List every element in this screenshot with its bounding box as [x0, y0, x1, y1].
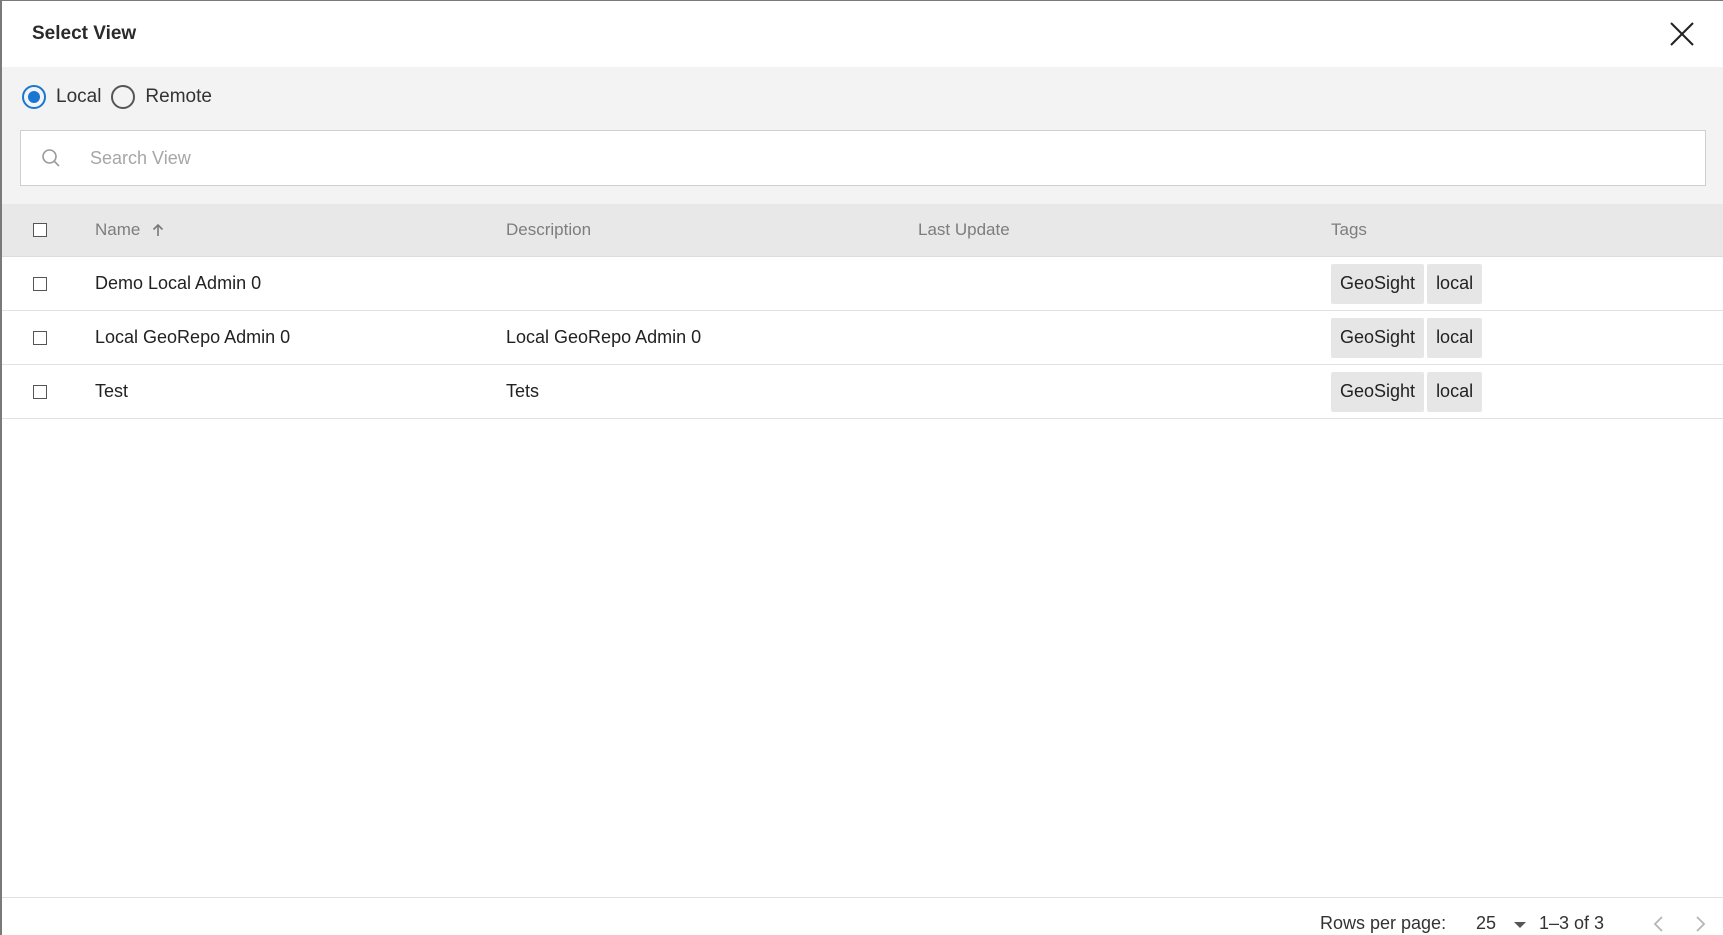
select-all-cell — [33, 204, 47, 256]
filter-area: Local Remote — [2, 67, 1723, 204]
row-tags: GeoSight local — [1331, 311, 1485, 364]
search-box — [20, 130, 1706, 186]
row-check-cell — [33, 365, 47, 418]
dialog-header: Select View — [2, 1, 1723, 67]
close-icon — [1670, 22, 1694, 46]
row-name: Demo Local Admin 0 — [95, 273, 262, 293]
row-name: Test — [95, 381, 129, 401]
radio-local-indicator[interactable] — [22, 85, 46, 109]
rows-per-page-select[interactable]: 25 — [1476, 913, 1527, 934]
row-description: Local GeoRepo Admin 0 — [506, 327, 702, 347]
arrow-up-icon[interactable] — [150, 222, 166, 238]
caret-down-icon — [1514, 922, 1527, 928]
column-header-description[interactable]: Description — [506, 204, 591, 256]
search-input[interactable] — [90, 131, 1705, 185]
chevron-right-icon — [1696, 916, 1706, 932]
table-row[interactable]: Demo Local Admin 0 GeoSight local — [2, 257, 1723, 311]
row-check-cell — [33, 257, 47, 310]
tag-chip: GeoSight — [1331, 263, 1425, 304]
row-description: Tets — [506, 381, 540, 401]
column-header-last-update[interactable]: Last Update — [918, 204, 1010, 256]
next-page-button[interactable] — [1690, 913, 1710, 935]
chevron-left-icon — [1653, 916, 1663, 932]
row-tags: GeoSight local — [1331, 365, 1485, 418]
radio-remote-indicator[interactable] — [111, 85, 136, 109]
row-name: Local GeoRepo Admin 0 — [95, 327, 291, 347]
tag-chip: local — [1427, 263, 1483, 304]
pagination-footer: Rows per page: 25 1–3 of 3 — [2, 897, 1723, 935]
pagination-range: 1–3 of 3 — [1539, 913, 1605, 933]
select-all-checkbox[interactable] — [33, 223, 47, 237]
radio-remote-label: Remote — [145, 86, 212, 107]
select-view-dialog: Select View Local Remote Search View Nam… — [2, 1, 1723, 935]
tag-chip: GeoSight — [1331, 317, 1425, 358]
tag-chip: local — [1427, 371, 1483, 412]
tag-chip: local — [1427, 317, 1483, 358]
radio-local-label: Local — [56, 86, 102, 107]
search-icon — [42, 149, 60, 167]
radio-remote[interactable]: Remote — [111, 85, 212, 109]
views-table: Name Description Last Update Tags Demo L… — [2, 204, 1723, 419]
column-header-tags[interactable]: Tags — [1331, 204, 1367, 256]
tag-chip: GeoSight — [1331, 371, 1425, 412]
radio-local[interactable]: Local — [22, 85, 101, 109]
table-row[interactable]: Test Tets GeoSight local — [2, 365, 1723, 419]
row-checkbox[interactable] — [33, 384, 47, 399]
row-checkbox[interactable] — [33, 276, 47, 291]
column-header-name-label: Name — [95, 220, 141, 239]
table-row[interactable]: Local GeoRepo Admin 0 Local GeoRepo Admi… — [2, 311, 1723, 365]
close-button[interactable] — [1665, 17, 1699, 51]
column-header-name[interactable]: Name — [95, 204, 166, 256]
rows-per-page-label: Rows per page: — [1320, 913, 1447, 933]
table-header: Name Description Last Update Tags — [2, 204, 1723, 257]
source-radio-group: Local Remote — [22, 85, 222, 109]
rows-per-page-value: 25 — [1476, 913, 1497, 933]
dialog-title: Select View — [32, 23, 137, 44]
row-check-cell — [33, 311, 47, 364]
previous-page-button[interactable] — [1649, 913, 1669, 935]
row-tags: GeoSight local — [1331, 257, 1485, 310]
row-checkbox[interactable] — [33, 330, 47, 345]
